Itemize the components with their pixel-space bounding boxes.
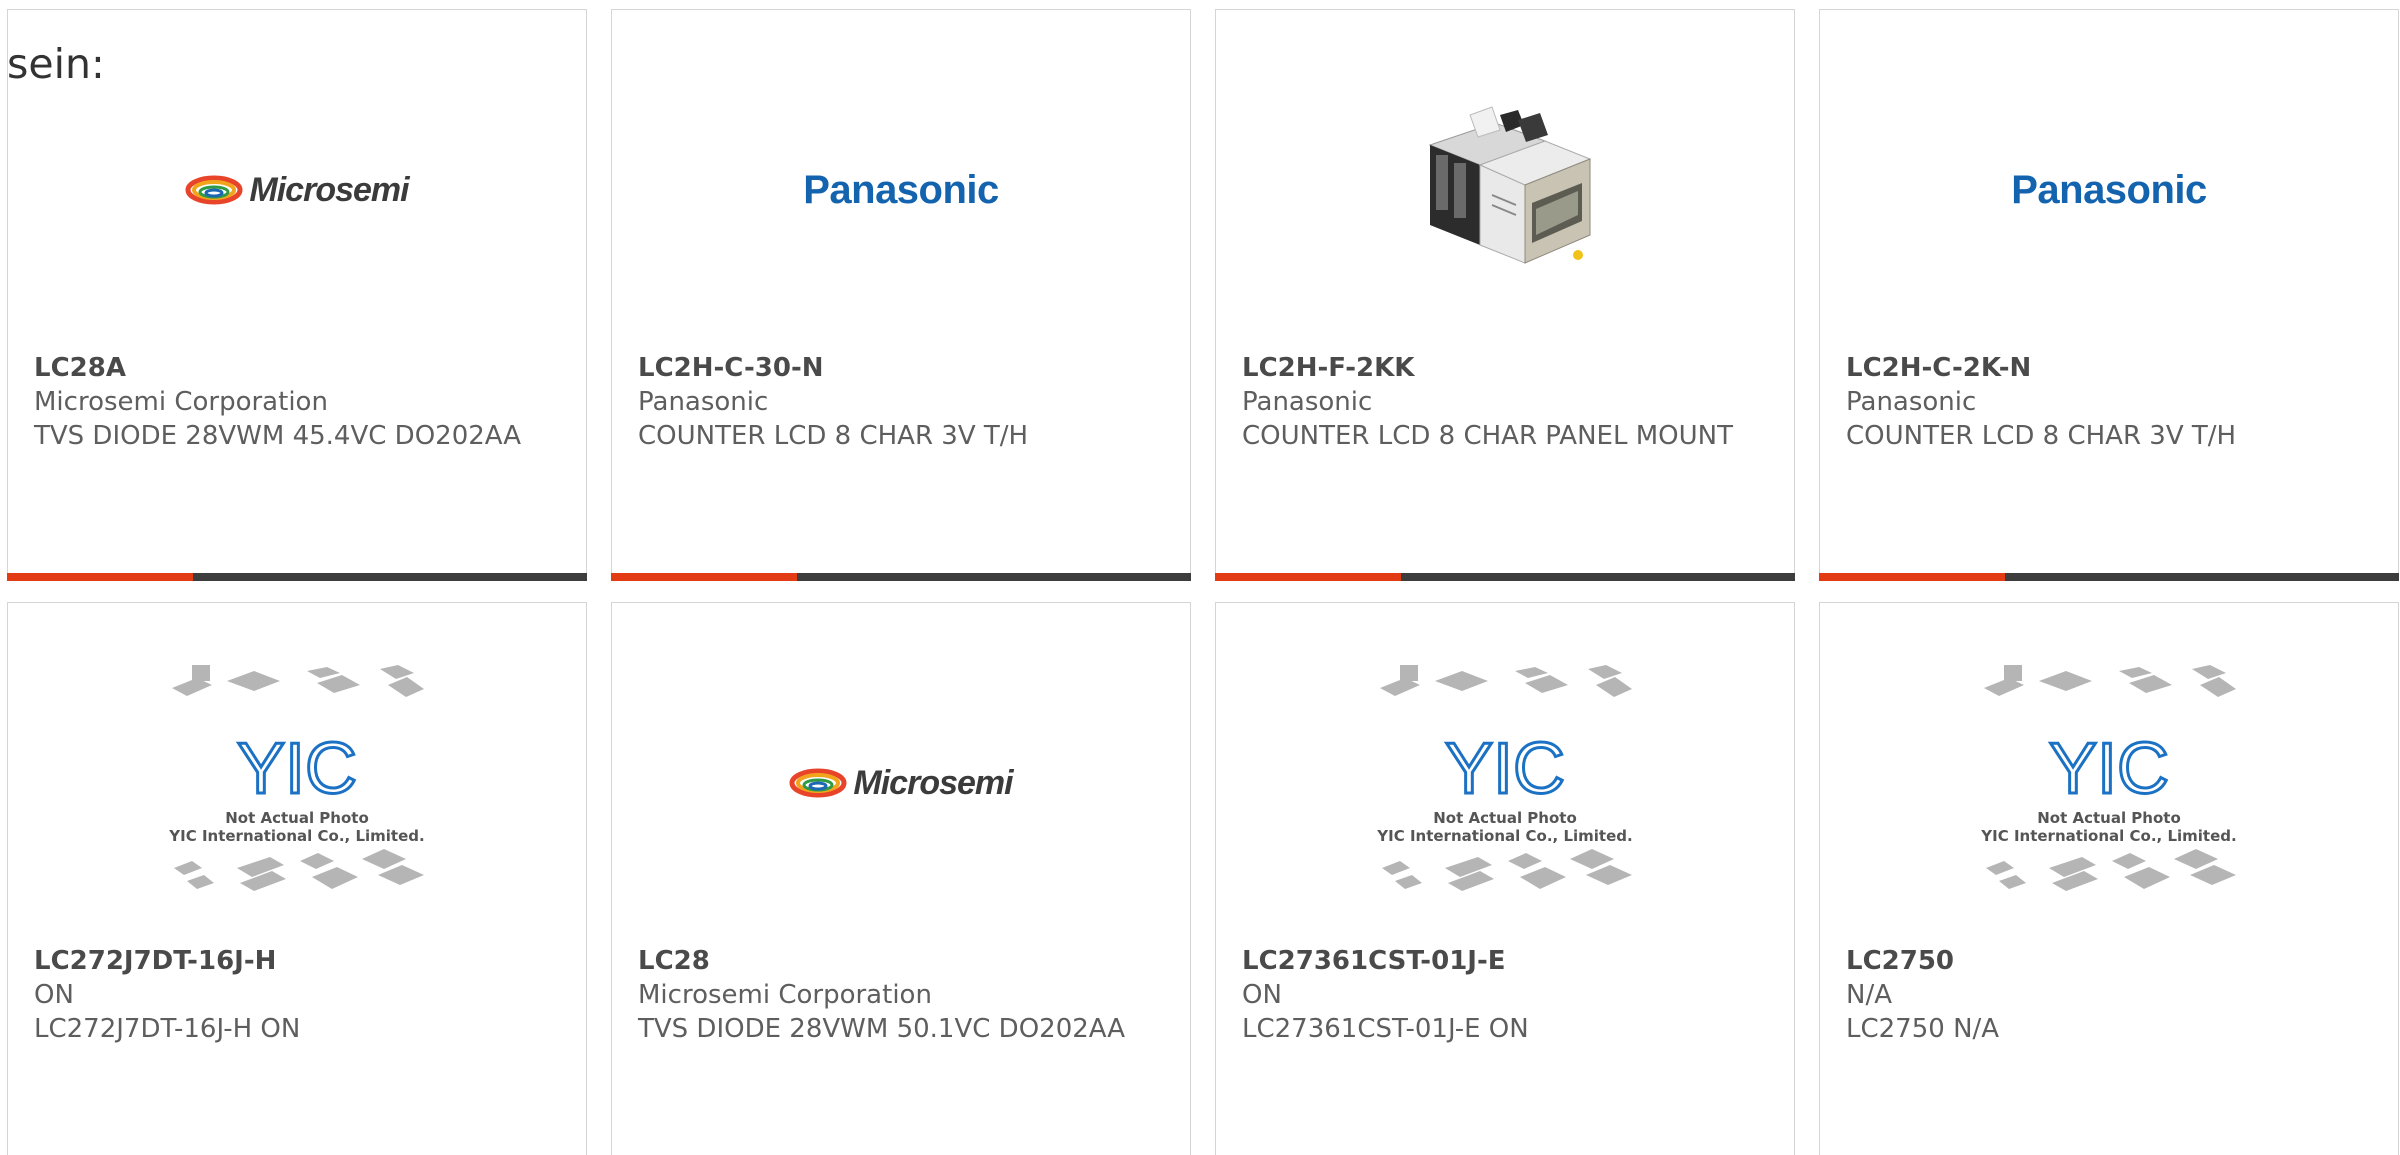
product-photo	[1216, 70, 1794, 310]
yic-logo-mark: YIC	[1445, 729, 1565, 809]
product-card[interactable]: Microsemi LC28 Microsemi Corporation TVS…	[611, 602, 1191, 1155]
progress-bar	[1215, 573, 1795, 581]
manufacturer-name: Microsemi Corporation	[34, 387, 328, 417]
panasonic-logo-text: Panasonic	[2011, 167, 2207, 212]
yic-logo-mark: YIC	[237, 729, 357, 809]
placeholder-caption-1: Not Actual Photo	[1433, 809, 1577, 827]
yic-placeholder-icon: YIC Not Actual Photo YIC International C…	[168, 665, 425, 891]
placeholder-caption-2: YIC International Co., Limited.	[1980, 827, 2236, 845]
manufacturer-name: Panasonic	[638, 387, 769, 417]
part-number[interactable]: LC2H-F-2KK	[1242, 351, 1768, 385]
part-number[interactable]: LC2750	[1846, 944, 2372, 978]
product-card[interactable]: Panasonic LC2H-C-2K-N Panasonic COUNTER …	[1819, 9, 2399, 581]
placeholder-caption-2: YIC International Co., Limited.	[1376, 827, 1632, 845]
progress-fill	[1819, 573, 2005, 581]
placeholder-image: YIC Not Actual Photo YIC International C…	[1820, 663, 2398, 903]
product-card[interactable]: YIC Not Actual Photo YIC International C…	[7, 602, 587, 1155]
manufacturer-logo: Microsemi	[8, 70, 586, 310]
microsemi-logo-text: Microsemi	[853, 763, 1013, 802]
placeholder-image: YIC Not Actual Photo YIC International C…	[8, 663, 586, 903]
placeholder-image: YIC Not Actual Photo YIC International C…	[1216, 663, 1794, 903]
panasonic-logo-text: Panasonic	[803, 167, 999, 212]
product-card[interactable]: LC2H-F-2KK Panasonic COUNTER LCD 8 CHAR …	[1215, 9, 1795, 581]
manufacturer-name: Panasonic	[1846, 387, 1977, 417]
manufacturer-name: Microsemi Corporation	[638, 980, 932, 1010]
manufacturer-logo: Panasonic	[612, 70, 1190, 310]
progress-bar	[611, 573, 1191, 581]
part-number[interactable]: LC28	[638, 944, 1164, 978]
product-card[interactable]: Microsemi LC28A Microsemi Corporation TV…	[7, 9, 587, 581]
manufacturer-logo: Panasonic	[1820, 70, 2398, 310]
product-description: COUNTER LCD 8 CHAR 3V T/H	[1846, 421, 2237, 451]
microsemi-swirl-icon	[789, 768, 847, 798]
lcd-counter-photo-icon	[1400, 85, 1610, 295]
part-number[interactable]: LC2H-C-30-N	[638, 351, 1164, 385]
yic-logo-mark: YIC	[2049, 729, 2169, 809]
manufacturer-logo: Microsemi	[612, 663, 1190, 903]
product-grid-page: sein: Microsemi LC28A Microsemi Corporat…	[0, 0, 2400, 1155]
progress-fill	[611, 573, 797, 581]
manufacturer-name: N/A	[1846, 980, 1892, 1010]
product-description: COUNTER LCD 8 CHAR 3V T/H	[638, 421, 1029, 451]
product-description: TVS DIODE 28VWM 45.4VC DO202AA	[34, 421, 522, 451]
manufacturer-name: ON	[1242, 980, 1282, 1010]
product-card[interactable]: YIC Not Actual Photo YIC International C…	[1215, 602, 1795, 1155]
microsemi-logo-text: Microsemi	[249, 170, 409, 209]
progress-bar	[1819, 573, 2399, 581]
page-text-fragment: sein:	[7, 40, 105, 88]
product-card[interactable]: Panasonic LC2H-C-30-N Panasonic COUNTER …	[611, 9, 1191, 581]
product-description: COUNTER LCD 8 CHAR PANEL MOUNT	[1242, 421, 1733, 451]
part-number[interactable]: LC2H-C-2K-N	[1846, 351, 2372, 385]
manufacturer-name: Panasonic	[1242, 387, 1373, 417]
product-card[interactable]: YIC Not Actual Photo YIC International C…	[1819, 602, 2399, 1155]
progress-fill	[1215, 573, 1401, 581]
placeholder-caption-1: Not Actual Photo	[2037, 809, 2181, 827]
part-number[interactable]: LC28A	[34, 351, 560, 385]
manufacturer-name: ON	[34, 980, 74, 1010]
yic-placeholder-icon: YIC Not Actual Photo YIC International C…	[1376, 665, 1633, 891]
product-grid: Microsemi LC28A Microsemi Corporation TV…	[7, 9, 2400, 1155]
placeholder-caption-2: YIC International Co., Limited.	[168, 827, 424, 845]
part-number[interactable]: LC272J7DT-16J-H	[34, 944, 560, 978]
part-number[interactable]: LC27361CST-01J-E	[1242, 944, 1768, 978]
product-description: TVS DIODE 28VWM 50.1VC DO202AA	[638, 1014, 1126, 1044]
progress-fill	[7, 573, 193, 581]
yic-placeholder-icon: YIC Not Actual Photo YIC International C…	[1980, 665, 2237, 891]
progress-bar	[7, 573, 587, 581]
placeholder-caption-1: Not Actual Photo	[225, 809, 369, 827]
product-description: LC272J7DT-16J-H ON	[34, 1014, 301, 1044]
product-description: LC27361CST-01J-E ON	[1242, 1014, 1529, 1044]
microsemi-swirl-icon	[185, 175, 243, 205]
product-description: LC2750 N/A	[1846, 1014, 2000, 1044]
